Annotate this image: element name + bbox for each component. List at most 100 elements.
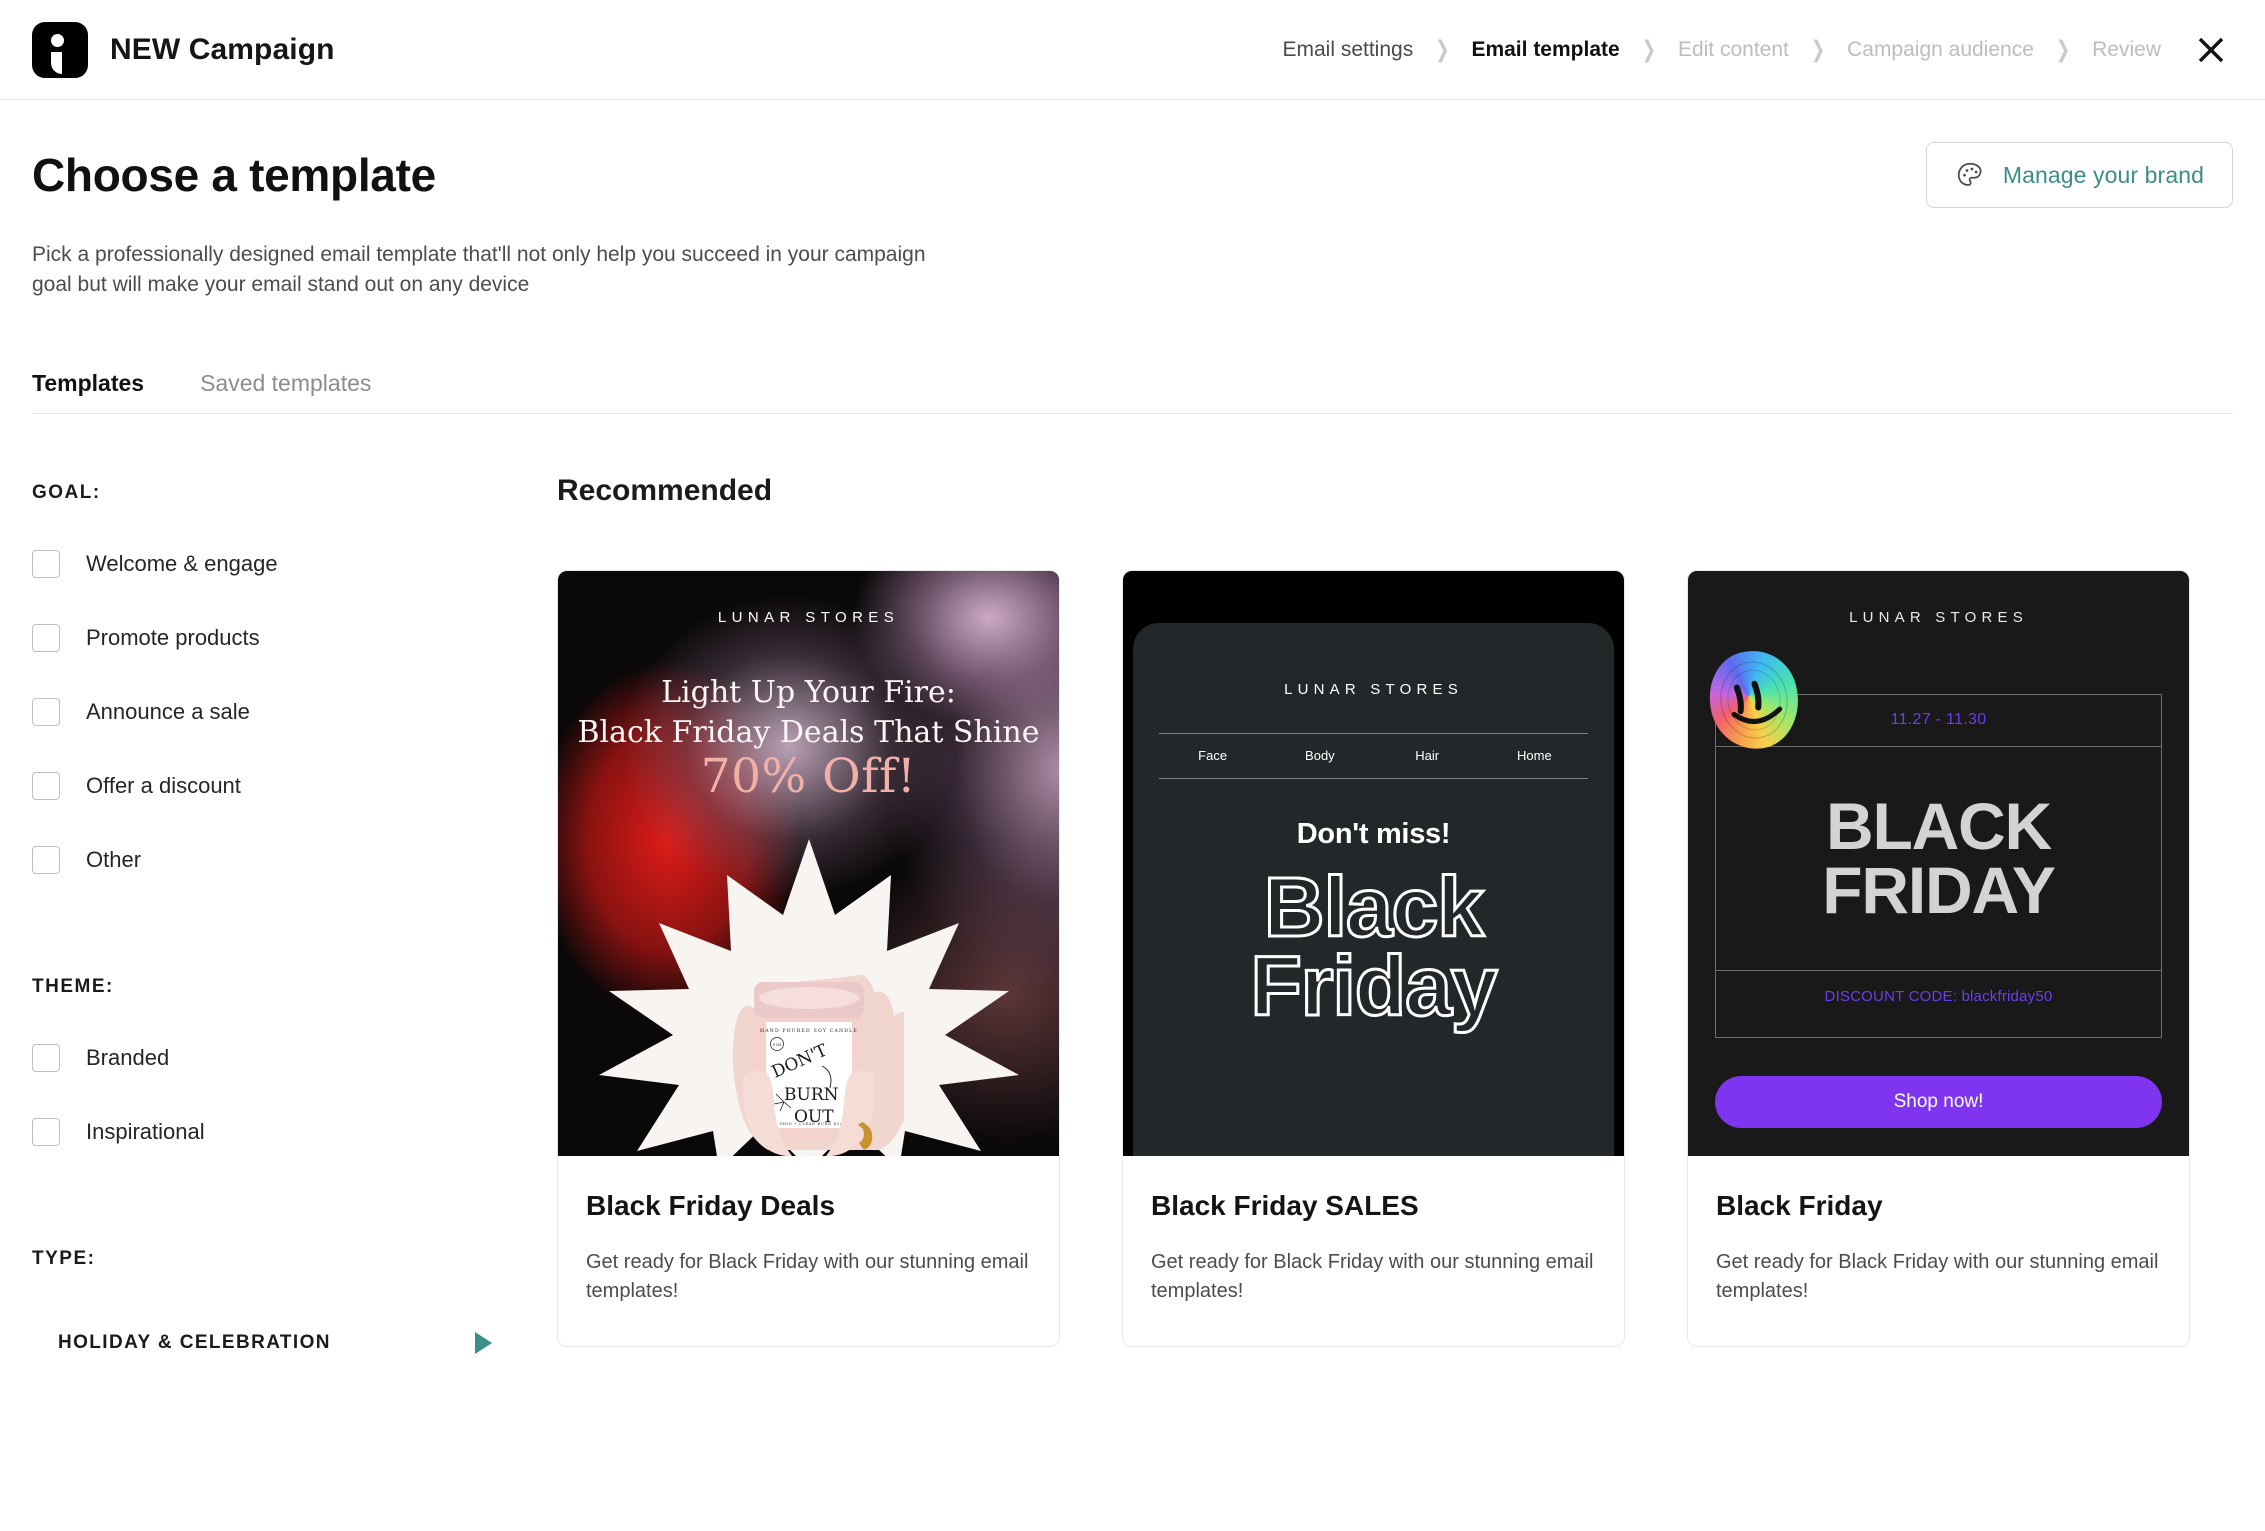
template-card-description: Get ready for Black Friday with our stun…	[586, 1250, 1029, 1302]
template-card-title: Black Friday	[1716, 1189, 1883, 1221]
tab-saved-templates[interactable]: Saved templates	[200, 370, 371, 413]
breadcrumb-chevron-icon: ❯	[2055, 36, 2071, 63]
preview-kicker: Don't miss!	[1296, 817, 1451, 850]
content-area: GOAL: Welcome & engage Promote products …	[0, 414, 2265, 1354]
preview-nav-bar: Face Body Hair Home	[1159, 732, 1588, 779]
filters-sidebar: GOAL: Welcome & engage Promote products …	[32, 414, 557, 1354]
breadcrumb-chevron-icon: ❯	[1435, 36, 1450, 63]
preview-nav-item-face: Face	[1198, 748, 1228, 764]
preview-big-line1: BLACK	[1826, 789, 2052, 864]
preview-nav-item-home: Home	[1517, 748, 1552, 764]
preview-big-line1: Black	[1262, 859, 1485, 954]
filter-label: Offer a discount	[86, 772, 241, 798]
filter-label: Inspirational	[86, 1118, 205, 1144]
recommended-section-title: Recommended	[557, 473, 773, 507]
tab-templates[interactable]: Templates	[32, 370, 144, 413]
candle-product-image: HAND POURED SOY CANDLE 9 OZ DON'T BURN O…	[732, 974, 904, 1156]
template-card-grid: LUNAR STORES Light Up Your Fire: Black F…	[557, 569, 2233, 1347]
manage-brand-button[interactable]: Manage your brand	[1925, 142, 2233, 208]
preview-store-name: LUNAR STORES	[1284, 680, 1463, 698]
filter-theme-branded[interactable]: Branded	[32, 1034, 557, 1082]
template-preview-image: LUNAR STORES 11.27 - 11.30 BLACK FRIDAY …	[1688, 570, 2189, 1156]
template-card-title: Black Friday SALES	[1151, 1189, 1419, 1221]
breadcrumb-step-email-template[interactable]: Email template	[1467, 38, 1623, 62]
preview-headline-line1: Light Up Your Fire:	[661, 674, 956, 710]
preview-headline-line2: Black Friday Deals That Shine	[577, 714, 1040, 750]
preview-big-line2: FRIDAY	[1822, 853, 2056, 928]
palette-icon	[1957, 162, 1982, 186]
filter-goal-promote-products[interactable]: Promote products	[32, 614, 557, 662]
manage-brand-label: Manage your brand	[2002, 161, 2204, 188]
template-preview-image: LUNAR STORES Light Up Your Fire: Black F…	[558, 570, 1059, 1156]
svg-text:HAND POURED SOY CANDLE: HAND POURED SOY CANDLE	[760, 1028, 858, 1034]
checkbox-icon[interactable]	[32, 697, 60, 726]
filter-goal-other[interactable]: Other	[32, 836, 557, 884]
svg-text:9 OZ: 9 OZ	[772, 1043, 781, 1047]
filter-label: Welcome & engage	[86, 550, 278, 576]
template-card-title: Black Friday Deals	[586, 1189, 836, 1221]
checkbox-icon[interactable]	[32, 549, 60, 578]
template-tabs: Templates Saved templates	[32, 358, 2233, 414]
preview-inner-panel: LUNAR STORES Face Body Hair Home Don't m…	[1133, 622, 1614, 1156]
preview-frame: 11.27 - 11.30 BLACK FRIDAY DISCOUNT CODE…	[1715, 693, 2162, 1038]
checkbox-icon[interactable]	[32, 623, 60, 652]
filter-goal-announce-a-sale[interactable]: Announce a sale	[32, 688, 557, 736]
campaign-title: NEW Campaign	[110, 32, 335, 66]
template-card-description: Get ready for Black Friday with our stun…	[1151, 1250, 1594, 1302]
preview-big-text: Black Friday	[1133, 859, 1614, 1034]
page-title: Choose a template	[32, 149, 436, 201]
template-card-black-friday-deals[interactable]: LUNAR STORES Light Up Your Fire: Black F…	[557, 569, 1060, 1347]
goal-group-label: GOAL:	[32, 481, 101, 503]
type-item-label: HOLIDAY & CELEBRATION	[58, 1331, 331, 1353]
breadcrumb: Email settings ❯ Email template ❯ Edit c…	[1278, 0, 2165, 100]
breadcrumb-step-review[interactable]: Review	[2088, 38, 2165, 62]
preview-store-name: LUNAR STORES	[1849, 608, 2028, 626]
template-card-body: Black Friday SALES Get ready for Black F…	[1123, 1156, 1624, 1346]
filter-goal-offer-a-discount[interactable]: Offer a discount	[32, 762, 557, 810]
filter-label: Branded	[86, 1044, 170, 1070]
type-group-label: TYPE:	[32, 1247, 96, 1269]
chevron-right-icon[interactable]	[475, 1331, 492, 1354]
close-button[interactable]	[2189, 28, 2233, 72]
preview-offer-text: 70% Off!	[700, 748, 917, 804]
breadcrumb-chevron-icon: ❯	[1641, 36, 1656, 63]
filter-goal-welcome-engage[interactable]: Welcome & engage	[32, 540, 557, 588]
close-icon	[2198, 37, 2224, 62]
preview-discount-code: DISCOUNT CODE: blackfriday50	[1824, 988, 2053, 1006]
filter-label: Promote products	[86, 624, 260, 650]
preview-nav-item-hair: Hair	[1415, 748, 1440, 764]
template-card-black-friday[interactable]: LUNAR STORES 11.27 - 11.30 BLACK FRIDAY …	[1687, 569, 2190, 1347]
brand-logo-icon	[32, 21, 88, 78]
shop-now-button[interactable]: Shop now!	[1715, 1075, 2162, 1128]
top-bar: NEW Campaign Email settings ❯ Email temp…	[0, 0, 2265, 100]
breadcrumb-step-campaign-audience[interactable]: Campaign audience	[1843, 38, 2038, 62]
checkbox-icon[interactable]	[32, 1117, 60, 1146]
page-description: Pick a professionally designed email tem…	[32, 243, 926, 296]
templates-main: Recommended LUNAR STORES Light Up Your F…	[557, 414, 2233, 1354]
theme-group-label: THEME:	[32, 975, 114, 997]
breadcrumb-chevron-icon: ❯	[1810, 36, 1826, 63]
page-header: Choose a template Pick a professionally …	[0, 100, 2265, 300]
template-preview-image: LUNAR STORES Face Body Hair Home Don't m…	[1123, 570, 1624, 1156]
preview-big-line2: Friday	[1249, 939, 1499, 1034]
filter-theme-inspirational[interactable]: Inspirational	[32, 1108, 557, 1156]
filter-type-holiday-celebration[interactable]: HOLIDAY & CELEBRATION	[32, 1331, 502, 1354]
template-card-body: Black Friday Deals Get ready for Black F…	[558, 1156, 1059, 1346]
brand-group: NEW Campaign	[32, 21, 335, 78]
preview-headline: Light Up Your Fire: Black Friday Deals T…	[558, 673, 1059, 753]
template-card-black-friday-sales[interactable]: LUNAR STORES Face Body Hair Home Don't m…	[1122, 569, 1625, 1347]
holographic-smiley-icon	[1702, 644, 1806, 755]
filter-label: Announce a sale	[86, 698, 250, 724]
breadcrumb-step-edit-content[interactable]: Edit content	[1674, 38, 1793, 62]
breadcrumb-step-email-settings[interactable]: Email settings	[1278, 38, 1417, 62]
template-card-description: Get ready for Black Friday with our stun…	[1716, 1250, 2159, 1302]
filter-label: Other	[86, 846, 142, 872]
preview-nav-item-body: Body	[1305, 748, 1335, 764]
template-card-body: Black Friday Get ready for Black Friday …	[1688, 1156, 2189, 1346]
checkbox-icon[interactable]	[32, 1043, 60, 1072]
preview-store-name: LUNAR STORES	[717, 608, 900, 626]
checkbox-icon[interactable]	[32, 771, 60, 800]
checkbox-icon[interactable]	[32, 845, 60, 874]
preview-big-text: BLACK FRIDAY	[1716, 747, 2161, 971]
